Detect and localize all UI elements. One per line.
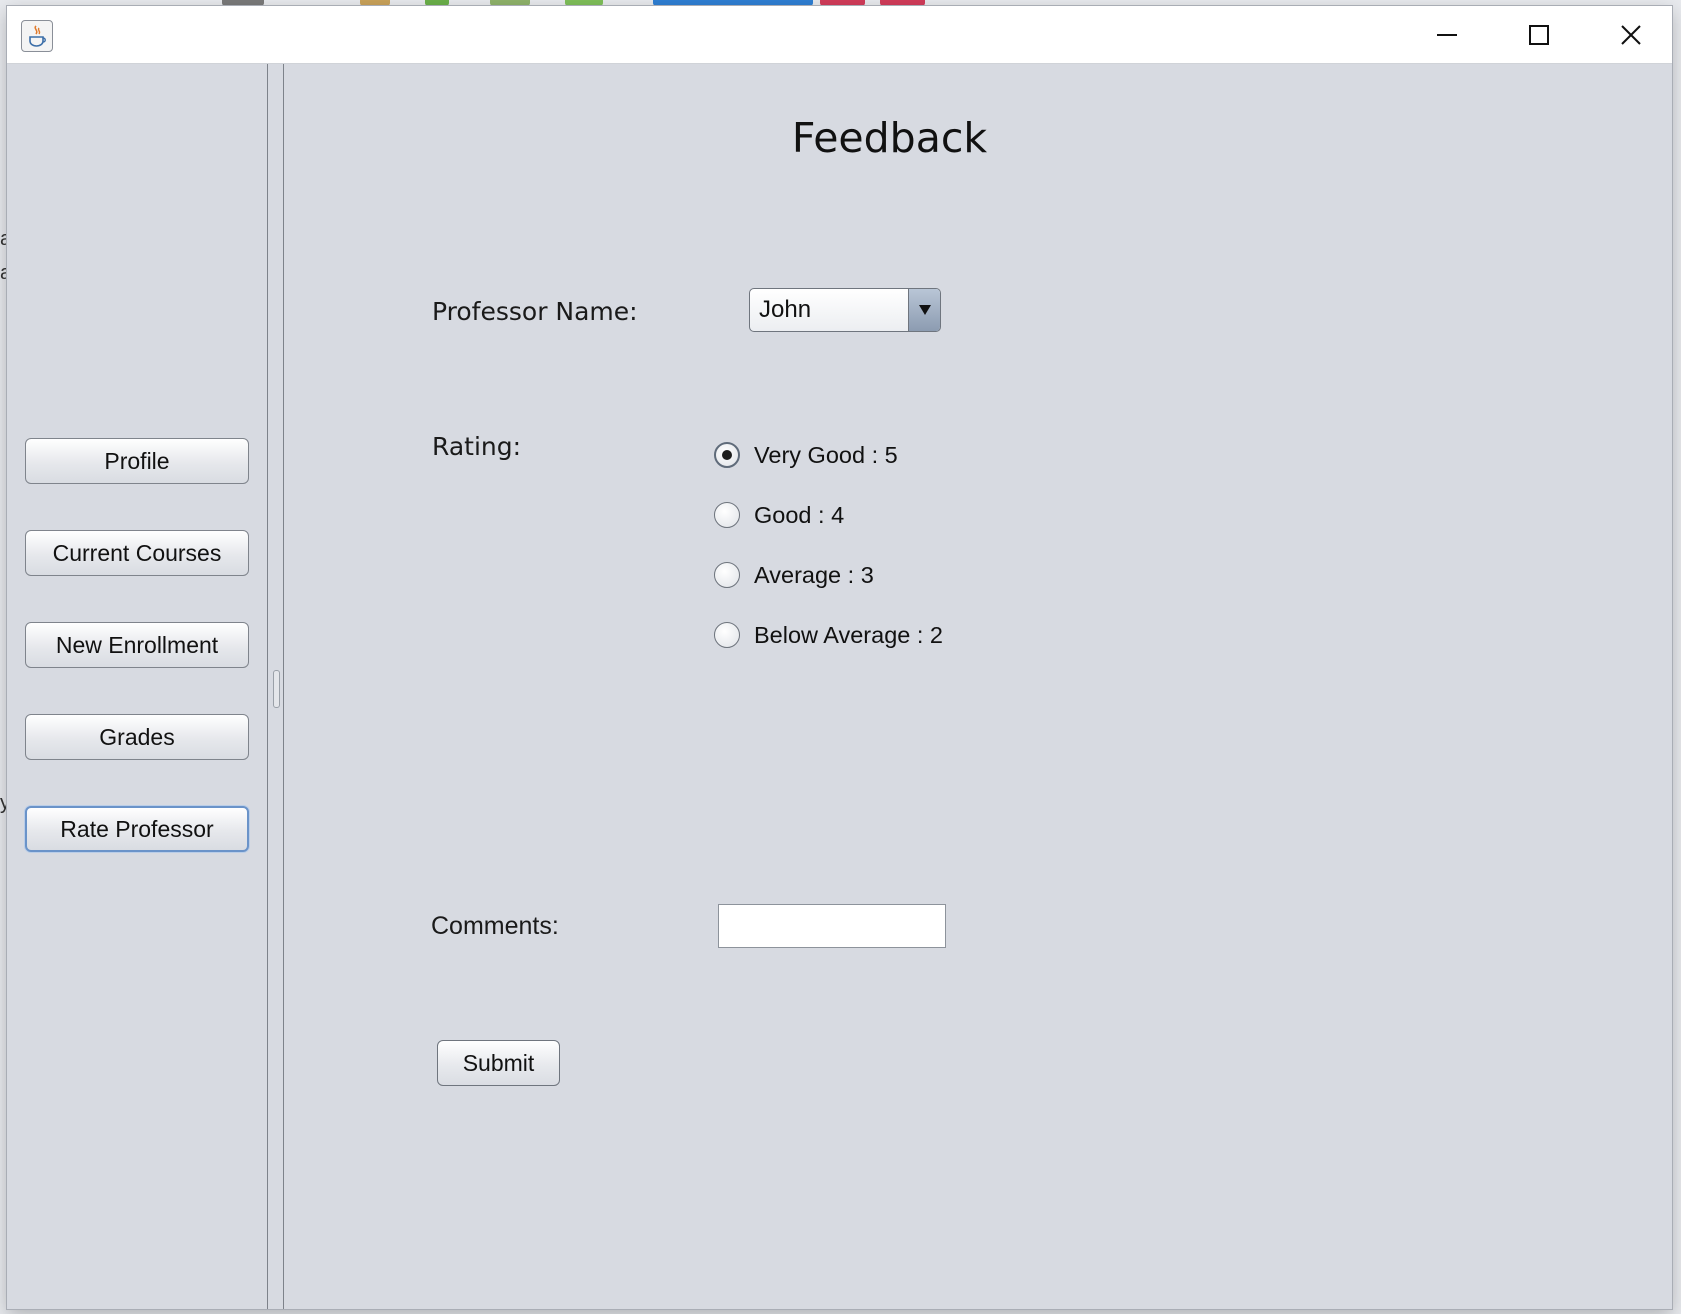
page-title: Feedback xyxy=(791,114,988,162)
radio-button-checked[interactable] xyxy=(714,442,740,468)
sidebar-item-current-courses[interactable]: Current Courses xyxy=(25,530,249,576)
chevron-down-icon[interactable] xyxy=(908,289,940,331)
java-cup-icon[interactable] xyxy=(21,20,53,52)
comments-input[interactable] xyxy=(718,904,946,948)
maximize-icon xyxy=(1529,24,1549,45)
rating-option-label: Below Average : 2 xyxy=(754,621,943,648)
rating-label: Rating: xyxy=(432,432,522,461)
app-window: Profile Current Courses New Enrollment G… xyxy=(7,6,1672,1309)
submit-button[interactable]: Submit xyxy=(437,1040,560,1086)
title-bar xyxy=(7,6,1672,64)
professor-name-label: Professor Name: xyxy=(432,297,638,326)
radio-button[interactable] xyxy=(714,622,740,648)
comments-label: Comments: xyxy=(431,912,559,940)
radio-button[interactable] xyxy=(714,562,740,588)
divider-grip-icon[interactable] xyxy=(273,670,280,708)
rating-option-average[interactable]: Average : 3 xyxy=(714,558,874,592)
rating-option-label: Good : 4 xyxy=(754,501,845,528)
feedback-panel: Feedback Professor Name: John Rating: Ve… xyxy=(284,64,1672,1309)
rating-option-very-good[interactable]: Very Good : 5 xyxy=(714,438,898,472)
sidebar-item-rate-professor[interactable]: Rate Professor xyxy=(25,806,249,852)
rating-option-good[interactable]: Good : 4 xyxy=(714,498,844,532)
minimize-button[interactable] xyxy=(1401,6,1493,63)
close-button[interactable] xyxy=(1585,6,1672,63)
radio-button[interactable] xyxy=(714,502,740,528)
close-icon xyxy=(1621,24,1641,45)
sidebar-item-new-enrollment[interactable]: New Enrollment xyxy=(25,622,249,668)
rating-option-label: Very Good : 5 xyxy=(754,441,898,468)
minimize-icon xyxy=(1437,33,1457,36)
professor-select-value: John xyxy=(759,296,812,323)
sidebar: Profile Current Courses New Enrollment G… xyxy=(7,64,268,1309)
split-pane-divider[interactable] xyxy=(268,64,284,1309)
rating-option-label: Average : 3 xyxy=(754,561,874,588)
sidebar-item-grades[interactable]: Grades xyxy=(25,714,249,760)
sidebar-item-profile[interactable]: Profile xyxy=(25,438,249,484)
professor-select[interactable]: John xyxy=(749,288,941,332)
rating-option-below-average[interactable]: Below Average : 2 xyxy=(714,618,943,652)
maximize-button[interactable] xyxy=(1493,6,1585,63)
